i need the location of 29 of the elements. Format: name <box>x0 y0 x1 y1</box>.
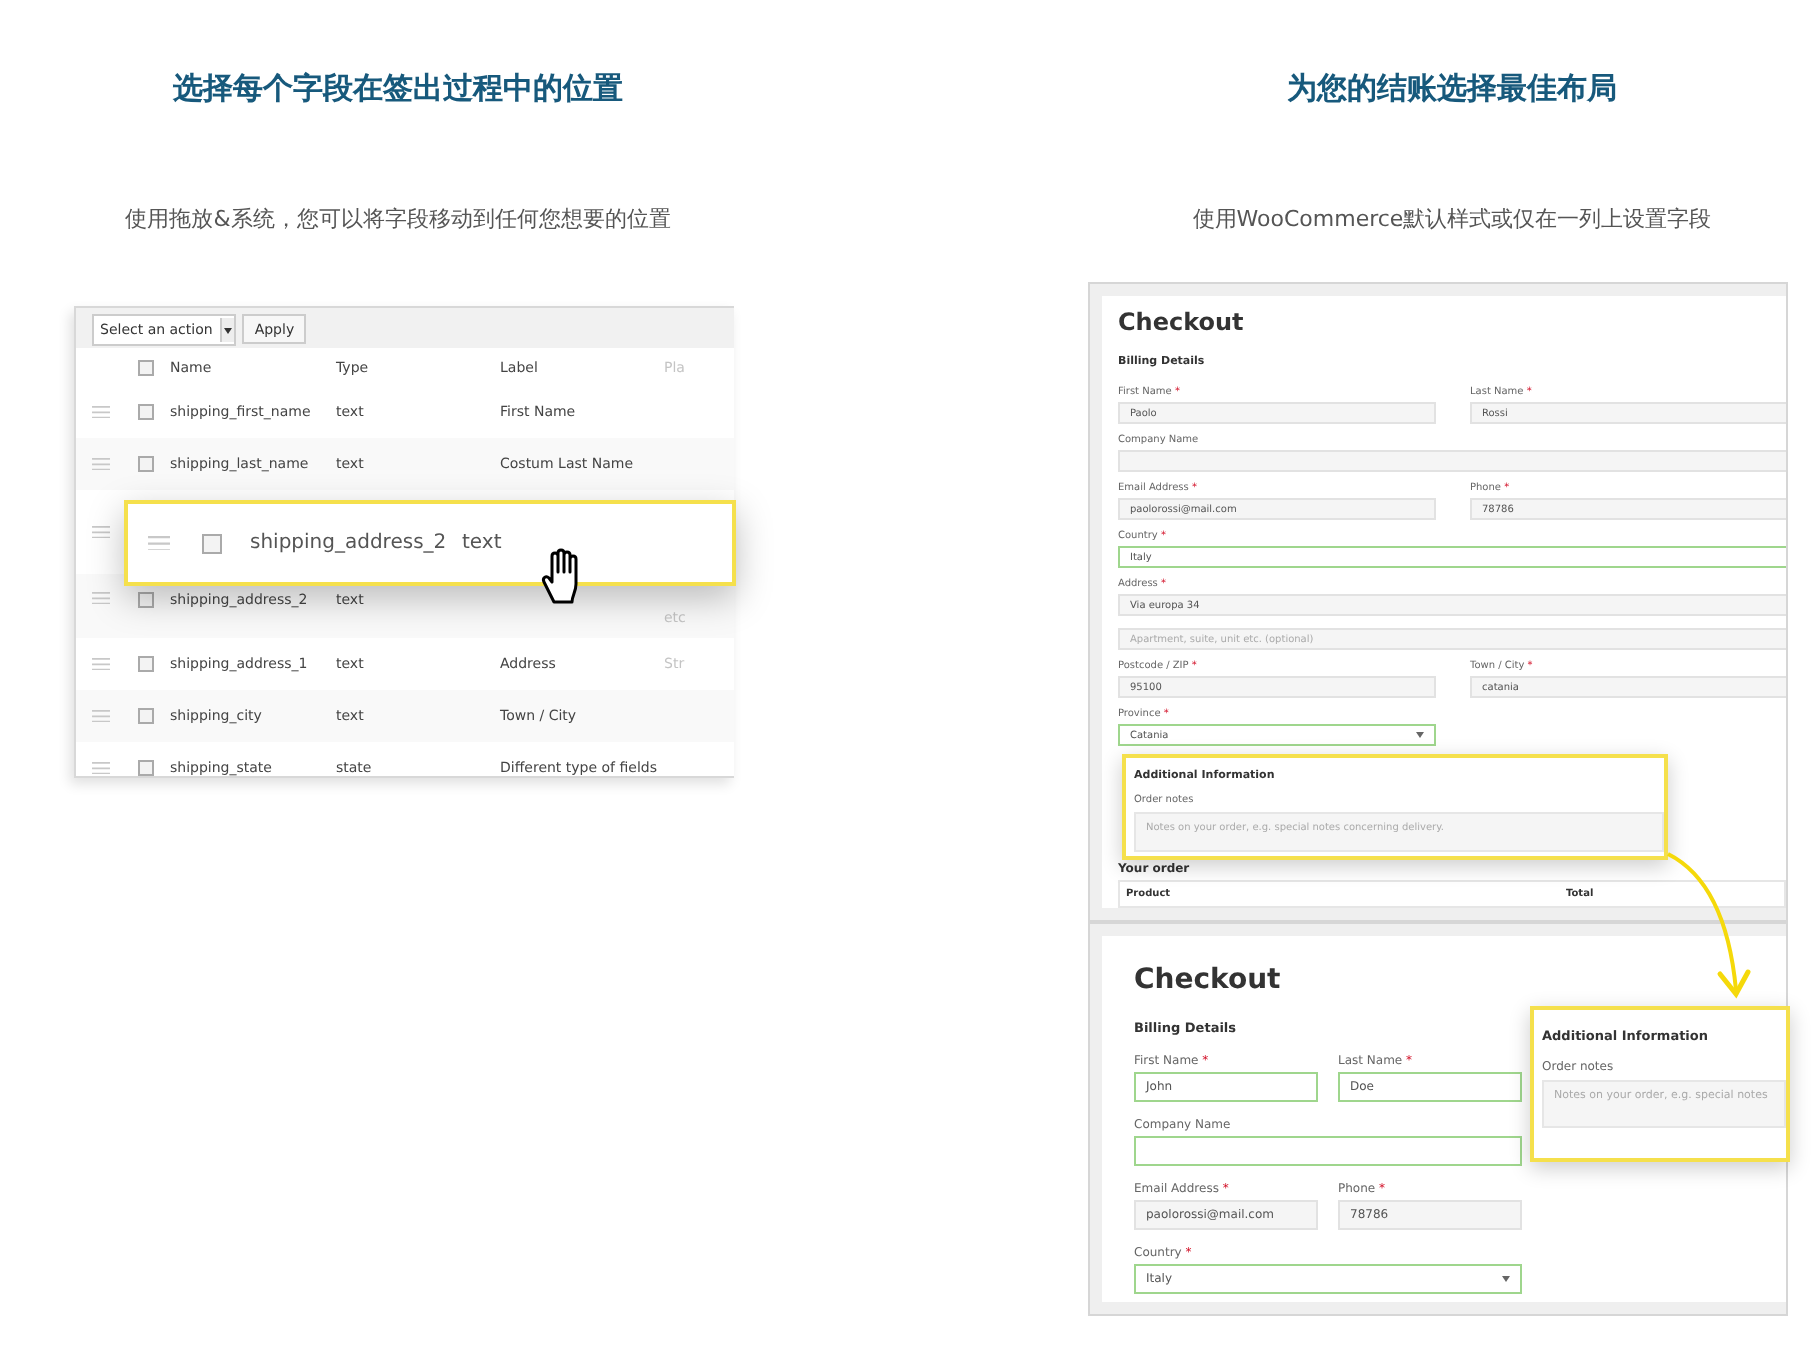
drag-handle-icon[interactable] <box>92 525 110 539</box>
input-field[interactable] <box>1134 1136 1522 1166</box>
section-heading: 选择每个字段在签出过程中的位置 <box>173 70 623 108</box>
drag-handle-icon[interactable] <box>148 535 170 551</box>
drag-handle-icon[interactable] <box>92 761 110 775</box>
caret-icon <box>1502 1276 1510 1282</box>
row-checkbox[interactable] <box>138 760 154 776</box>
section-description: 使用WooCommerce默认样式或仅在一列上设置字段 <box>1192 204 1712 234</box>
table-cell: text <box>462 532 502 554</box>
table-cell-text: shipping_address_2 <box>250 532 449 554</box>
row-checkbox[interactable] <box>138 404 154 420</box>
checkout-title: Checkout <box>1134 964 1283 996</box>
input-field[interactable] <box>1118 450 1786 472</box>
row-checkbox[interactable] <box>138 708 154 724</box>
drag-handle-icon[interactable] <box>92 709 110 723</box>
checkout-title: Checkout <box>1118 308 1246 336</box>
row-checkbox[interactable] <box>138 656 154 672</box>
row-checkbox[interactable] <box>138 456 154 472</box>
drag-handle-icon[interactable] <box>92 457 110 471</box>
row-checkbox[interactable] <box>202 533 222 553</box>
section-description: 使用拖放&系统，您可以将字段移动到任何您想要的位置 <box>125 204 671 234</box>
caret-icon <box>224 327 233 333</box>
select-all-checkbox[interactable] <box>138 359 154 375</box>
drag-handle-icon[interactable] <box>92 657 110 671</box>
drag-handle-icon[interactable] <box>92 592 110 605</box>
row-checkbox[interactable] <box>138 592 154 608</box>
drag-handle-icon[interactable] <box>92 405 110 419</box>
caret-icon <box>1416 732 1424 738</box>
section-heading: 为您的结账选择最佳布局 <box>1287 70 1617 108</box>
